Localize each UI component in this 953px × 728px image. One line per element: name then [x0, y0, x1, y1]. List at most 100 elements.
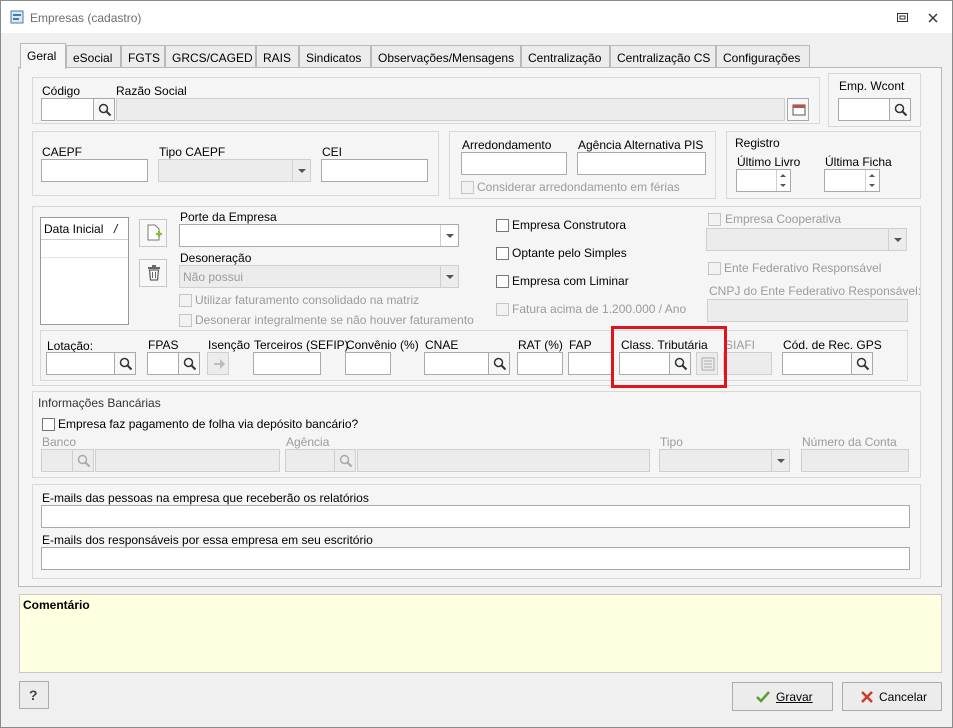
considerar-arredondamento-label: Considerar arredondamento em férias	[477, 180, 680, 194]
close-icon[interactable]	[928, 13, 938, 23]
emp-wcont-search-button[interactable]	[889, 98, 911, 121]
search-icon	[493, 357, 507, 371]
tab-esocial[interactable]: eSocial	[66, 45, 121, 68]
razao-social-button[interactable]	[787, 98, 809, 121]
codigo-label: Código	[42, 84, 81, 98]
empresa-liminar-checkbox[interactable]	[496, 275, 509, 288]
grid-row[interactable]	[41, 240, 128, 258]
ente-federativo-label: Ente Federativo Responsável	[724, 261, 882, 275]
tipo-caepf-select[interactable]	[158, 159, 311, 182]
porte-select[interactable]	[179, 224, 459, 247]
cnpj-ente-label: CNPJ do Ente Federativo Responsável:	[709, 284, 922, 298]
registro-title: Registro	[735, 136, 780, 150]
agencia-code-input	[285, 449, 335, 472]
optante-simples-label: Optante pelo Simples	[512, 246, 627, 260]
lotacao-label: Lotação:	[47, 339, 94, 353]
tab-geral[interactable]: Geral	[20, 43, 66, 69]
cnae-search-button[interactable]	[488, 352, 510, 375]
ultima-ficha-label: Última Ficha	[825, 155, 892, 169]
convenio-input[interactable]	[345, 352, 391, 375]
restore-icon[interactable]	[897, 13, 908, 23]
gravar-button[interactable]: Gravar	[732, 682, 833, 711]
tab-observacoes[interactable]: Observações/Mensagens	[371, 45, 521, 68]
tab-configuracoes[interactable]: Configurações	[716, 45, 810, 68]
lotacao-input[interactable]	[46, 352, 115, 375]
tab-fgts[interactable]: FGTS	[121, 45, 165, 68]
empresa-construtora-checkbox[interactable]	[496, 219, 509, 232]
help-label: ?	[29, 687, 38, 703]
fatura-acima-checkbox[interactable]	[496, 303, 509, 316]
siafi-label: SIAFI	[725, 338, 756, 352]
deposito-bancario-checkbox[interactable]	[42, 418, 55, 431]
ente-federativo-checkbox[interactable]	[708, 262, 721, 275]
emp-wcont-input[interactable]	[838, 98, 890, 121]
fap-input[interactable]	[568, 352, 614, 375]
app-icon	[10, 10, 24, 24]
spin-arrows-icon[interactable]	[776, 170, 790, 191]
desoneracao-select[interactable]: Não possui	[179, 265, 459, 288]
codigo-search-button[interactable]	[93, 98, 115, 121]
agencia-pis-input[interactable]	[577, 152, 706, 175]
spin-arrows-icon[interactable]	[865, 170, 879, 191]
codigo-input[interactable]	[41, 98, 94, 121]
cod-rec-gps-input[interactable]	[782, 352, 852, 375]
empresa-cooperativa-label: Empresa Cooperativa	[725, 212, 842, 226]
chevron-down-icon	[440, 266, 458, 287]
tipo-select[interactable]	[659, 449, 790, 472]
faturamento-consolidado-checkbox[interactable]	[179, 294, 192, 307]
numero-conta-label: Número da Conta	[802, 435, 897, 449]
search-icon	[98, 103, 112, 117]
isencao-button[interactable]	[207, 352, 229, 375]
caepf-input[interactable]	[41, 159, 148, 182]
optante-simples-checkbox[interactable]	[496, 247, 509, 260]
tab-centralizacao[interactable]: Centralização	[521, 45, 610, 68]
tab-sindicatos[interactable]: Sindicatos	[299, 45, 371, 68]
comentario-area[interactable]: Comentário	[19, 594, 942, 673]
cnae-input[interactable]	[424, 352, 489, 375]
lotacao-search-button[interactable]	[114, 352, 136, 375]
bancarias-title: Informações Bancárias	[38, 396, 161, 410]
tab-centralizacao-cs[interactable]: Centralização CS	[610, 45, 716, 68]
emails-responsaveis-input[interactable]	[41, 547, 910, 570]
ultimo-livro-label: Último Livro	[737, 155, 801, 169]
numero-conta-input	[801, 449, 909, 472]
banco-search-button[interactable]	[72, 449, 94, 472]
data-inicial-grid[interactable]: Data Inicial /	[40, 217, 129, 325]
fpas-search-button[interactable]	[178, 352, 200, 375]
tipo-caepf-label: Tipo CAEPF	[159, 145, 226, 159]
cnae-label: CNAE	[425, 338, 459, 352]
comentario-label: Comentário	[23, 598, 90, 612]
agencia-search-button[interactable]	[334, 449, 356, 472]
cei-input[interactable]	[321, 159, 428, 182]
help-button[interactable]: ?	[19, 681, 49, 709]
empresa-construtora-label: Empresa Construtora	[512, 218, 627, 232]
emails-relatorios-label: E-mails das pessoas na empresa que receb…	[42, 491, 369, 505]
isencao-label: Isenção	[208, 338, 251, 352]
class-tributaria-highlight	[611, 326, 727, 388]
rat-input[interactable]	[517, 352, 563, 375]
cod-rec-gps-search-button[interactable]	[851, 352, 873, 375]
desonerar-integralmente-checkbox[interactable]	[179, 314, 192, 327]
arredondamento-input[interactable]	[461, 152, 567, 175]
arrow-icon	[214, 359, 225, 369]
emails-relatorios-input[interactable]	[41, 505, 910, 528]
tab-rais[interactable]: RAIS	[256, 45, 299, 68]
grid-header[interactable]: Data Inicial /	[41, 218, 128, 240]
main-window: Empresas (cadastro) Geral eSocial FGTS G…	[0, 0, 953, 728]
terceiros-input[interactable]	[253, 352, 321, 375]
window-title: Empresas (cadastro)	[30, 11, 142, 25]
ultimo-livro-spinner[interactable]	[736, 169, 791, 192]
razao-social-label: Razão Social	[116, 84, 187, 98]
fpas-input[interactable]	[147, 352, 179, 375]
cooperativa-select[interactable]	[706, 228, 907, 251]
tab-grcs-caged[interactable]: GRCS/CAGED	[165, 45, 256, 68]
empresa-cooperativa-checkbox[interactable]	[708, 213, 721, 226]
delete-row-button[interactable]	[139, 259, 167, 287]
cancelar-button[interactable]: Cancelar	[842, 682, 942, 711]
window-icon	[792, 104, 806, 116]
add-row-button[interactable]	[139, 219, 167, 247]
search-icon	[856, 357, 870, 371]
considerar-arredondamento-checkbox[interactable]	[461, 181, 474, 194]
ultima-ficha-spinner[interactable]	[824, 169, 880, 192]
gravar-label: Gravar	[776, 690, 813, 704]
